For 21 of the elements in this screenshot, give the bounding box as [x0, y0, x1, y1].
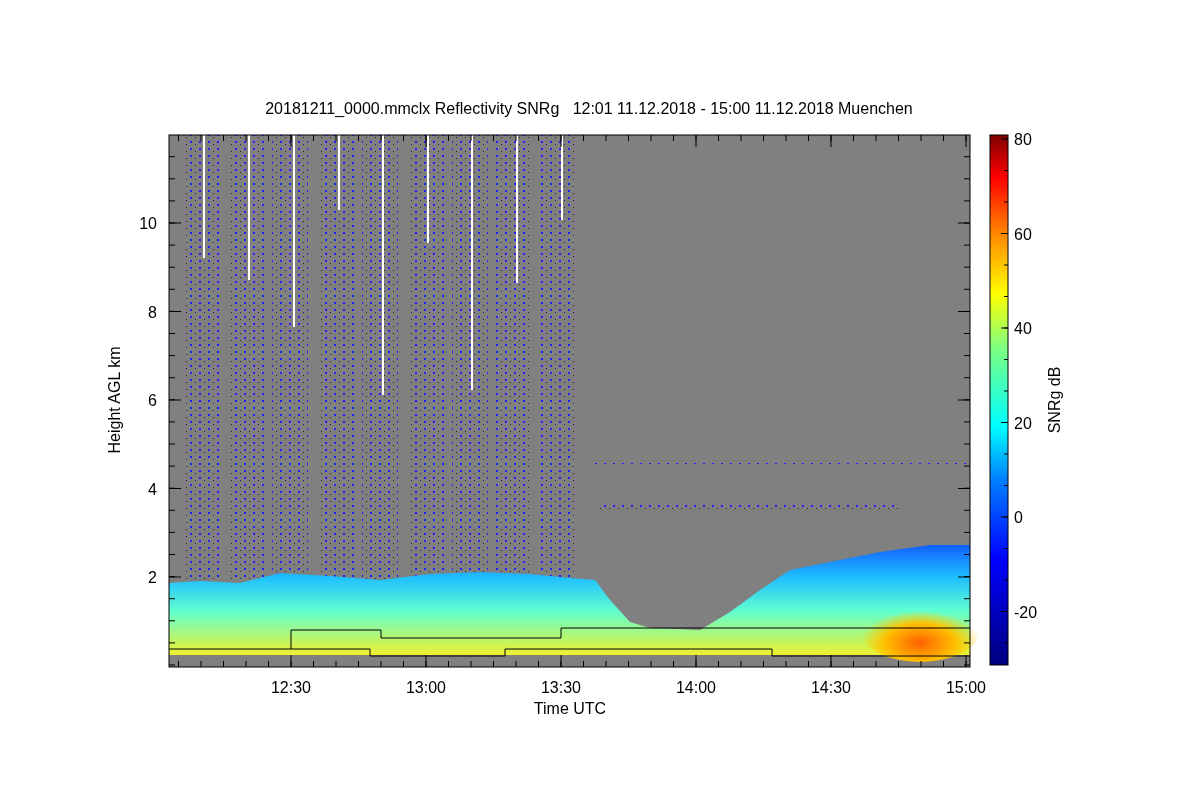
x-tick-label: 13:30: [541, 679, 581, 696]
x-tick-label: 14:00: [676, 679, 716, 696]
colorbar-tick-label: 0: [1014, 509, 1023, 526]
y-tick-label: 4: [148, 480, 157, 498]
y-tick-label: 8: [148, 303, 157, 321]
colorbar-tick-label: 80: [1014, 131, 1032, 148]
colorbar-tick-label: 40: [1014, 320, 1032, 337]
x-axis-label: Time UTC: [533, 700, 607, 717]
x-tick-label: 14:30: [811, 679, 851, 696]
x-tick-label: 13:00: [406, 679, 446, 696]
y-tick-label: 6: [148, 392, 157, 409]
chart-title: 20181211_0000.mmclx Reflectivity SNRg 12:01 11.12.2018 - 15:00 11.12.2018 Muenchen: [265, 100, 913, 117]
y-tick-label: 2: [148, 569, 157, 586]
colorbar-label: SNRg dB: [1046, 366, 1063, 434]
colorbar-tick-label: 20: [1014, 414, 1032, 432]
x-tick-label: 12:30: [271, 679, 311, 696]
colorbar-tick-label: -20: [1014, 603, 1038, 621]
y-axis-label: Height AGL km: [106, 346, 123, 454]
colorbar-tick-label: 60: [1014, 225, 1032, 243]
x-tick-label: 15:00: [946, 679, 986, 696]
y-tick-label: 10: [139, 215, 157, 232]
